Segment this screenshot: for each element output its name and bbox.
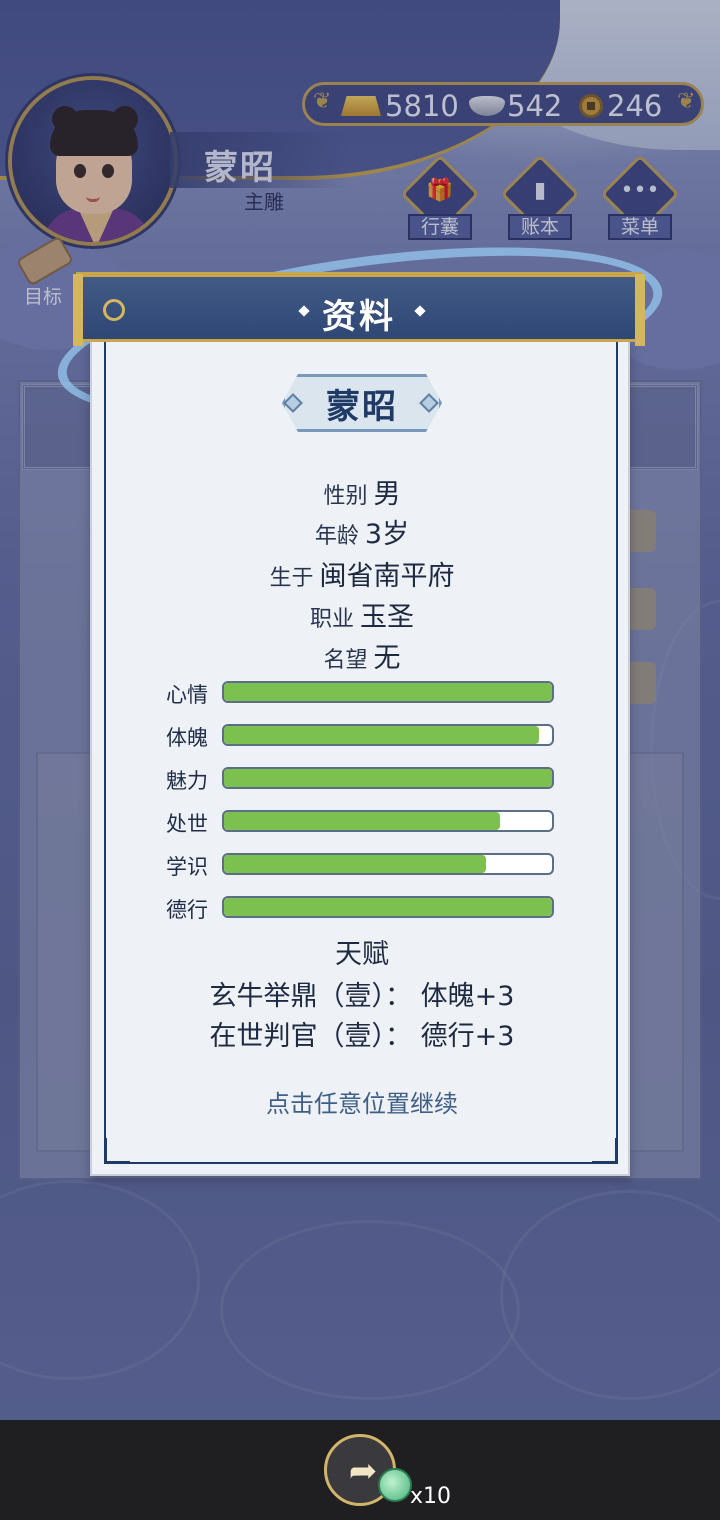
talent-title: 天赋 xyxy=(335,939,389,970)
profile-dialog[interactable]: 蒙昭 性别男 年龄 3岁 生于 闽省南平府 职业 玉圣 名望无 心情 体魄 魅力 处世… xyxy=(90,340,630,1176)
stat-physique: 体魄 xyxy=(162,722,562,750)
character-name: 蒙昭 xyxy=(326,386,398,427)
dialog-title: 资料 xyxy=(322,297,396,337)
info-birthplace: 生于 闽省南平府 xyxy=(269,561,455,592)
stat-bar xyxy=(222,853,554,875)
stat-mood: 心情 xyxy=(162,679,562,707)
stat-knowledge: 学识 xyxy=(162,851,562,879)
info-occupation: 职业 玉圣 xyxy=(309,602,414,633)
stat-bar xyxy=(222,810,554,832)
info-gender: 性别男 xyxy=(323,479,401,510)
corner-ornament xyxy=(592,1138,618,1164)
stat-fill xyxy=(224,812,500,830)
stat-bar xyxy=(222,896,554,918)
talent-item: 在世判官（壹）： 德行+3 xyxy=(209,1021,515,1052)
talent-item: 玄牛举鼎（壹）： 体魄+3 xyxy=(209,981,515,1012)
info-reputation: 名望无 xyxy=(323,643,401,674)
stat-worldliness: 处世 xyxy=(162,808,562,836)
stat-fill xyxy=(224,683,552,701)
stat-fill xyxy=(224,769,552,787)
stat-bar xyxy=(222,767,554,789)
stat-bar xyxy=(222,724,554,746)
stat-fill xyxy=(224,855,487,873)
token-count: x10 xyxy=(410,1484,452,1509)
info-age: 年龄 3岁 xyxy=(314,519,410,550)
stat-virtue: 德行 xyxy=(162,894,562,922)
jade-token-icon xyxy=(378,1468,412,1502)
stat-bar xyxy=(222,681,554,703)
dialog-header: 资料 xyxy=(73,272,645,346)
corner-ornament xyxy=(104,1138,130,1164)
stat-fill xyxy=(224,726,539,744)
continue-hint[interactable]: 点击任意位置继续 xyxy=(92,1084,632,1119)
stat-fill xyxy=(224,898,552,916)
stat-charm: 魅力 xyxy=(162,765,562,793)
